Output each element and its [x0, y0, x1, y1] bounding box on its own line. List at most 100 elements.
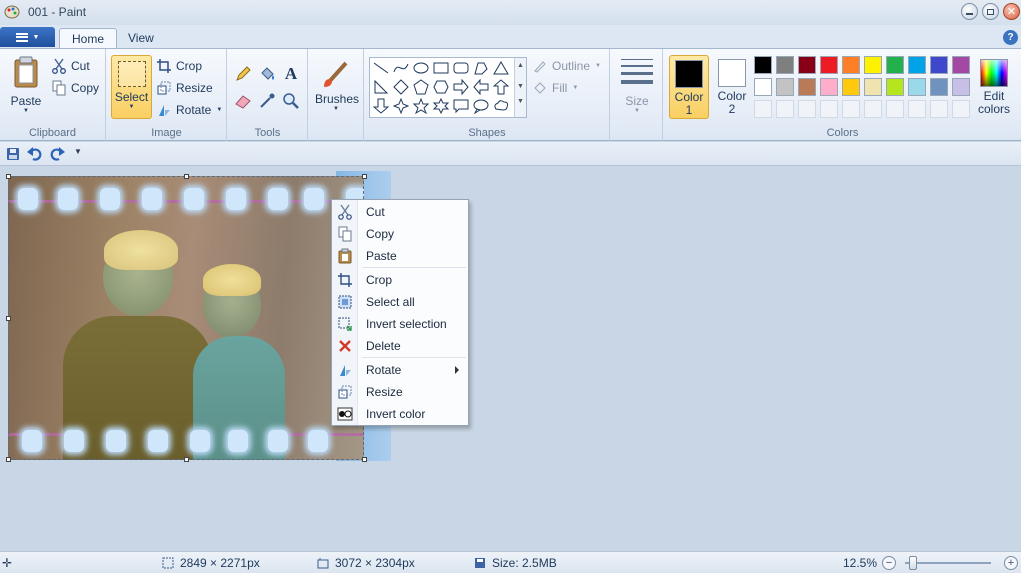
- diamond-shape[interactable]: [391, 77, 411, 97]
- rectangle-shape[interactable]: [431, 58, 451, 78]
- palette-color-swatch[interactable]: [754, 56, 772, 74]
- palette-color-swatch[interactable]: [754, 78, 772, 96]
- context-menu-item-crop[interactable]: Crop: [332, 269, 468, 291]
- resize-handle-bottom[interactable]: [184, 457, 189, 462]
- hexagon-shape[interactable]: [431, 77, 451, 97]
- color2-button[interactable]: Color 2: [712, 55, 752, 119]
- context-menu-item-invert-selection[interactable]: Invert selection: [332, 313, 468, 335]
- five-point-star-shape[interactable]: [411, 96, 431, 116]
- up-arrow-shape[interactable]: [491, 77, 511, 97]
- selection-frame[interactable]: [8, 176, 364, 460]
- eraser-tool[interactable]: [232, 91, 254, 111]
- context-menu-item-resize[interactable]: Resize: [332, 381, 468, 403]
- resize-button[interactable]: Resize: [157, 78, 213, 98]
- tab-view[interactable]: View: [116, 28, 166, 50]
- left-arrow-shape[interactable]: [471, 77, 491, 97]
- line-shape[interactable]: [371, 58, 391, 78]
- close-button[interactable]: ✕: [1003, 3, 1020, 20]
- palette-color-swatch[interactable]: [798, 78, 816, 96]
- palette-color-swatch[interactable]: [930, 78, 948, 96]
- context-menu-item-rotate[interactable]: Rotate: [332, 359, 468, 381]
- polygon-shape[interactable]: [471, 58, 491, 78]
- fill-button[interactable]: Fill ▼: [533, 78, 578, 98]
- palette-color-swatch[interactable]: [776, 78, 794, 96]
- select-button[interactable]: Select ▼: [111, 55, 152, 119]
- palette-custom-slot[interactable]: [820, 100, 838, 118]
- rotate-button[interactable]: Rotate ▼: [157, 100, 222, 120]
- palette-color-swatch[interactable]: [930, 56, 948, 74]
- tab-home[interactable]: Home: [59, 28, 118, 50]
- palette-color-swatch[interactable]: [776, 56, 794, 74]
- resize-handle-bottom-left[interactable]: [6, 457, 11, 462]
- oval-shape[interactable]: [411, 58, 431, 78]
- color1-button[interactable]: Color 1: [669, 55, 709, 119]
- pencil-tool[interactable]: [232, 64, 254, 84]
- palette-custom-slot[interactable]: [798, 100, 816, 118]
- maximize-button[interactable]: [982, 3, 999, 20]
- palette-color-swatch[interactable]: [952, 78, 970, 96]
- palette-color-swatch[interactable]: [864, 56, 882, 74]
- rectangle-callout-shape[interactable]: [451, 96, 471, 116]
- outline-button[interactable]: Outline ▼: [533, 56, 601, 76]
- palette-color-swatch[interactable]: [908, 56, 926, 74]
- resize-handle-left[interactable]: [6, 316, 11, 321]
- right-arrow-shape[interactable]: [451, 77, 471, 97]
- zoom-in-button[interactable]: +: [1004, 556, 1018, 570]
- palette-color-swatch[interactable]: [864, 78, 882, 96]
- palette-color-swatch[interactable]: [952, 56, 970, 74]
- context-menu-item-copy[interactable]: Copy: [332, 223, 468, 245]
- cloud-callout-shape[interactable]: [491, 96, 511, 116]
- color-picker-tool[interactable]: [256, 91, 278, 111]
- down-arrow-shape[interactable]: [371, 96, 391, 116]
- six-point-star-shape[interactable]: [431, 96, 451, 116]
- palette-custom-slot[interactable]: [754, 100, 772, 118]
- right-triangle-shape[interactable]: [371, 77, 391, 97]
- magnifier-tool[interactable]: [280, 91, 302, 111]
- shapes-scrollbar[interactable]: ▲ ▼ ▼: [514, 58, 526, 117]
- context-menu-item-select-all[interactable]: Select all: [332, 291, 468, 313]
- copy-button[interactable]: Copy: [52, 78, 99, 98]
- resize-handle-top[interactable]: [184, 174, 189, 179]
- resize-handle-top-right[interactable]: [362, 174, 367, 179]
- palette-custom-slot[interactable]: [842, 100, 860, 118]
- paint-menu-button[interactable]: ▼: [0, 27, 55, 47]
- pentagon-shape[interactable]: [411, 77, 431, 97]
- curve-shape[interactable]: [391, 58, 411, 78]
- four-point-star-shape[interactable]: [391, 96, 411, 116]
- zoom-slider-track[interactable]: [905, 562, 991, 564]
- canvas-area[interactable]: [0, 166, 1021, 551]
- palette-custom-slot[interactable]: [864, 100, 882, 118]
- palette-color-swatch[interactable]: [842, 56, 860, 74]
- customize-toolbar-icon[interactable]: ▼: [74, 147, 82, 156]
- palette-color-swatch[interactable]: [798, 56, 816, 74]
- zoom-out-button[interactable]: −: [882, 556, 896, 570]
- help-button[interactable]: ?: [1003, 30, 1018, 45]
- palette-color-swatch[interactable]: [886, 56, 904, 74]
- paint-app-icon[interactable]: [4, 5, 20, 19]
- crop-button[interactable]: Crop: [157, 56, 202, 76]
- palette-custom-slot[interactable]: [908, 100, 926, 118]
- palette-custom-slot[interactable]: [952, 100, 970, 118]
- palette-color-swatch[interactable]: [886, 78, 904, 96]
- zoom-slider-thumb[interactable]: [909, 556, 917, 570]
- resize-handle-bottom-right[interactable]: [362, 457, 367, 462]
- paste-button[interactable]: Paste ▼: [6, 55, 46, 119]
- context-menu-item-cut[interactable]: Cut: [332, 201, 468, 223]
- palette-color-swatch[interactable]: [820, 78, 838, 96]
- resize-handle-top-left[interactable]: [6, 174, 11, 179]
- save-icon[interactable]: [6, 147, 20, 161]
- context-menu-item-paste[interactable]: Paste: [332, 245, 468, 267]
- oval-callout-shape[interactable]: [471, 96, 491, 116]
- triangle-shape[interactable]: [491, 58, 511, 78]
- context-menu-item-delete[interactable]: Delete: [332, 335, 468, 357]
- rounded-rectangle-shape[interactable]: [451, 58, 471, 78]
- size-button[interactable]: Size ▼: [617, 57, 657, 119]
- palette-color-swatch[interactable]: [842, 78, 860, 96]
- palette-color-swatch[interactable]: [908, 78, 926, 96]
- palette-custom-slot[interactable]: [886, 100, 904, 118]
- redo-icon[interactable]: [49, 146, 65, 161]
- palette-custom-slot[interactable]: [776, 100, 794, 118]
- palette-color-swatch[interactable]: [820, 56, 838, 74]
- cut-button[interactable]: Cut: [52, 56, 90, 76]
- minimize-button[interactable]: [961, 3, 978, 20]
